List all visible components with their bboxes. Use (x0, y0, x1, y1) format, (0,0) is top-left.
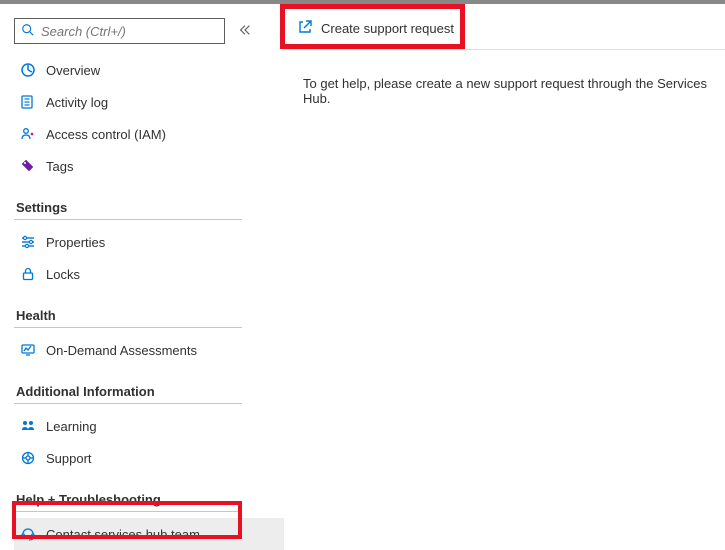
sidebar-item-label: Locks (46, 267, 80, 282)
sidebar: Overview Activity log Access control (IA… (0, 4, 285, 541)
sidebar-item-support[interactable]: Support (14, 442, 244, 474)
lock-icon (20, 266, 36, 282)
access-control-icon (20, 126, 36, 142)
search-input[interactable] (35, 23, 218, 40)
search-box[interactable] (14, 18, 225, 44)
learning-icon (20, 418, 36, 434)
chevron-double-left-icon (238, 23, 252, 40)
tags-icon (20, 158, 36, 174)
sidebar-item-label: Contact services hub team (46, 527, 200, 542)
toolbar: Create support request (285, 8, 725, 50)
overview-icon (20, 62, 36, 78)
collapse-sidebar-button[interactable] (233, 19, 257, 43)
sidebar-item-tags[interactable]: Tags (14, 150, 244, 182)
search-icon (21, 23, 35, 40)
create-support-request-button[interactable]: Create support request (293, 13, 466, 44)
sidebar-item-label: Overview (46, 63, 100, 78)
headset-icon (20, 526, 36, 542)
sidebar-item-locks[interactable]: Locks (14, 258, 244, 290)
sidebar-item-label: Tags (46, 159, 73, 174)
sidebar-item-label: Activity log (46, 95, 108, 110)
activity-log-icon (20, 94, 36, 110)
sidebar-item-label: On-Demand Assessments (46, 343, 197, 358)
section-header-health: Health (16, 308, 285, 323)
sidebar-item-contact-services-hub-team[interactable]: Contact services hub team (14, 518, 284, 550)
section-divider (14, 511, 242, 512)
sidebar-item-label: Support (46, 451, 92, 466)
section-header-help-troubleshooting: Help + Troubleshooting (16, 492, 285, 507)
sidebar-item-label: Learning (46, 419, 97, 434)
section-divider (14, 219, 242, 220)
external-link-icon (297, 19, 313, 38)
sidebar-item-properties[interactable]: Properties (14, 226, 244, 258)
main-content: Create support request To get help, plea… (285, 4, 725, 541)
sidebar-item-access-control[interactable]: Access control (IAM) (14, 118, 244, 150)
section-header-settings: Settings (16, 200, 285, 215)
sidebar-item-overview[interactable]: Overview (14, 54, 244, 86)
sidebar-item-label: Properties (46, 235, 105, 250)
support-icon (20, 450, 36, 466)
sidebar-item-learning[interactable]: Learning (14, 410, 244, 442)
properties-icon (20, 234, 36, 250)
section-divider (14, 403, 242, 404)
toolbar-button-label: Create support request (321, 21, 454, 36)
section-header-additional-information: Additional Information (16, 384, 285, 399)
help-text: To get help, please create a new support… (285, 50, 725, 132)
sidebar-item-activity-log[interactable]: Activity log (14, 86, 244, 118)
assessments-icon (20, 342, 36, 358)
section-divider (14, 327, 242, 328)
sidebar-item-on-demand-assessments[interactable]: On-Demand Assessments (14, 334, 244, 366)
sidebar-item-label: Access control (IAM) (46, 127, 166, 142)
